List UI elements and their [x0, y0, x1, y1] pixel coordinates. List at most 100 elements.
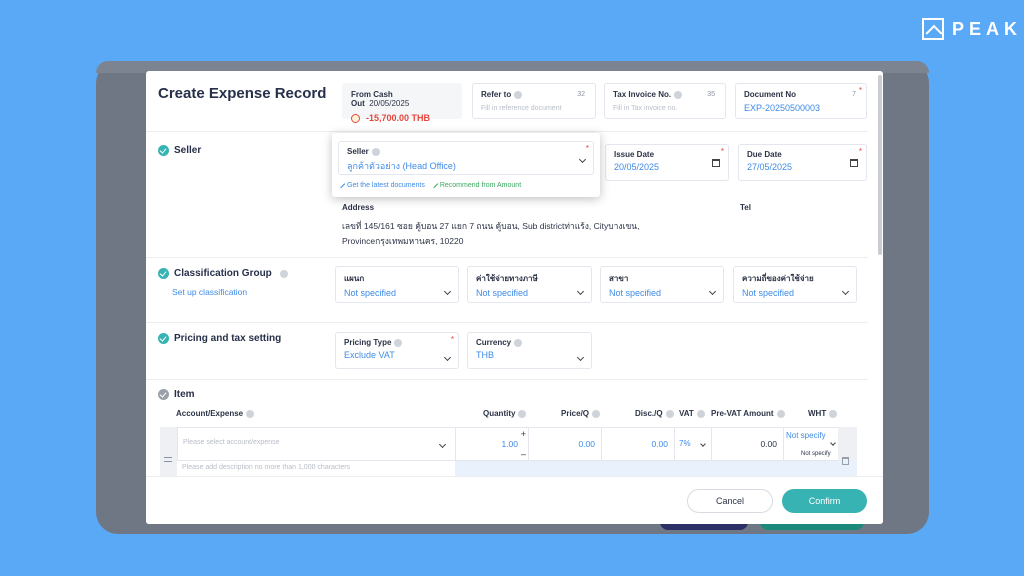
- seller-label: Seller: [347, 147, 369, 156]
- brand-logo: PEAK: [922, 18, 1022, 40]
- issue-date-field[interactable]: Issue Date * 20/05/2025: [605, 144, 729, 181]
- brand-name: PEAK: [952, 18, 1023, 39]
- refer-to-count: 32: [577, 91, 585, 98]
- recommend-from-amount-label: Recommend from Amount: [439, 182, 522, 189]
- help-icon: [696, 409, 705, 418]
- divider: [146, 379, 868, 380]
- vat-select[interactable]: 7%: [674, 427, 711, 461]
- description-input[interactable]: Please add description no more than 1,00…: [177, 461, 857, 476]
- check-circle-icon: [158, 145, 169, 156]
- classification-section-label: Classification Group: [174, 268, 272, 279]
- calendar-icon[interactable]: [850, 159, 858, 167]
- required-mark: *: [450, 335, 454, 344]
- document-no-count: 7: [852, 91, 856, 98]
- modal-footer: Cancel Confirm: [146, 476, 883, 524]
- confirm-button[interactable]: Confirm: [782, 489, 867, 513]
- increment-button[interactable]: +: [521, 429, 526, 439]
- column-vat: VAT: [679, 409, 705, 418]
- classification-value: Not specified: [344, 288, 397, 298]
- help-icon: [394, 338, 403, 347]
- get-latest-documents-link[interactable]: Get the latest documents: [336, 179, 425, 189]
- help-icon: [279, 269, 288, 278]
- issue-date-label: Issue Date: [614, 150, 655, 159]
- required-mark: *: [585, 144, 589, 153]
- help-icon: [514, 90, 523, 99]
- classification-select-frequency[interactable]: ความถี่ของค่าใช้จ่าย Not specified: [733, 266, 857, 303]
- column-discount: Disc./Q: [635, 409, 674, 418]
- address-line-2: Provinceกรุงเทพมหานคร, 10220: [342, 236, 464, 246]
- column-label: Account/Expense: [176, 409, 244, 418]
- tax-invoice-label: Tax Invoice No.: [613, 90, 672, 99]
- calendar-icon[interactable]: [712, 159, 720, 167]
- help-icon: [674, 90, 683, 99]
- chevron-down-icon: [438, 440, 447, 449]
- description-placeholder: Please add description no more than 1,00…: [182, 464, 351, 471]
- pricing-type-value: Exclude VAT: [344, 350, 395, 360]
- row-drag-handle[interactable]: [160, 427, 177, 476]
- pre-vat-value: 0.00: [760, 439, 777, 449]
- document-no-field[interactable]: Document No 7 * EXP-20250500003: [735, 83, 867, 119]
- refer-to-field[interactable]: Refer to 32 Fill in reference document: [472, 83, 596, 119]
- wht-select[interactable]: Not specify Not specify: [783, 427, 838, 461]
- trash-icon[interactable]: [842, 457, 849, 465]
- wht-overlay-text: Not specify: [801, 451, 831, 457]
- column-label: Price/Q: [561, 409, 590, 418]
- column-label: WHT: [808, 409, 827, 418]
- currency-label: Currency: [476, 338, 512, 347]
- help-icon: [514, 338, 523, 347]
- classification-select-branch[interactable]: สาขา Not specified: [600, 266, 724, 303]
- column-price: Price/Q: [561, 409, 601, 418]
- discount-value: 0.00: [651, 439, 668, 449]
- cash-out-amount: -15,700.00 THB: [366, 113, 431, 123]
- item-section-label: Item: [174, 389, 195, 400]
- account-select[interactable]: Please select account/expense: [177, 427, 455, 461]
- classification-select-department[interactable]: แผนก Not specified: [335, 266, 459, 303]
- tax-invoice-field[interactable]: Tax Invoice No. 35 Fill in Tax invoice n…: [604, 83, 726, 119]
- required-mark: *: [858, 86, 862, 95]
- divider: [146, 322, 868, 323]
- cancel-button[interactable]: Cancel: [687, 489, 773, 513]
- help-icon: [518, 409, 527, 418]
- help-icon: [592, 409, 601, 418]
- drag-handle-icon[interactable]: [164, 457, 172, 462]
- due-date-field[interactable]: Due Date * 27/05/2025: [738, 144, 867, 181]
- currency-select[interactable]: Currency THB: [467, 332, 592, 369]
- cash-out-date: 20/05/2025: [369, 99, 410, 108]
- get-latest-documents-label: Get the latest documents: [347, 182, 425, 189]
- seller-section-label: Seller: [174, 145, 202, 156]
- price-input[interactable]: 0.00: [528, 427, 601, 461]
- document-no-label: Document No: [744, 90, 796, 99]
- scrollbar[interactable]: [878, 75, 882, 255]
- modal-scroll-area[interactable]: Create Expense Record From Cash Out 20/0…: [146, 71, 883, 476]
- discount-input[interactable]: 0.00: [601, 427, 674, 461]
- setup-classification-link[interactable]: Set up classification: [172, 287, 247, 297]
- column-wht: WHT: [808, 409, 838, 418]
- vat-value: 7%: [679, 439, 691, 448]
- column-label: Disc./Q: [635, 409, 663, 418]
- cash-out-summary: From Cash Out 20/05/2025 -15,700.00 THB: [342, 83, 462, 123]
- classification-label: สาขา: [609, 274, 629, 283]
- seller-links: Get the latest documents Recommend from …: [336, 179, 522, 189]
- recommend-from-amount-link[interactable]: Recommend from Amount: [429, 179, 522, 189]
- classification-select-tax-expense[interactable]: ค่าใช้จ่ายทางภาษี Not specified: [467, 266, 592, 303]
- address-label: Address: [342, 203, 375, 212]
- check-circle-icon: [158, 389, 169, 400]
- divider: [146, 257, 868, 258]
- currency-value: THB: [476, 350, 494, 360]
- pencil-icon: [429, 179, 439, 189]
- pricing-type-select[interactable]: Pricing Type * Exclude VAT: [335, 332, 459, 369]
- check-circle-icon: [158, 268, 169, 279]
- seller-select[interactable]: Seller * ลูกค้าตัวอย่าง (Head Office): [338, 141, 594, 175]
- chevron-down-icon: [700, 441, 706, 447]
- column-quantity: Quantity: [483, 409, 527, 418]
- classification-label: ค่าใช้จ่ายทางภาษี: [476, 274, 538, 283]
- item-section-title: Item: [158, 389, 195, 400]
- refer-to-placeholder: Fill in reference document: [481, 105, 562, 112]
- help-icon: [776, 409, 785, 418]
- tax-invoice-count: 35: [707, 91, 715, 98]
- due-date-label: Due Date: [747, 150, 782, 159]
- classification-value: Not specified: [742, 288, 795, 298]
- quantity-input[interactable]: 1.00 + –: [455, 427, 528, 461]
- required-mark: *: [858, 147, 862, 156]
- decrement-button[interactable]: –: [521, 449, 526, 459]
